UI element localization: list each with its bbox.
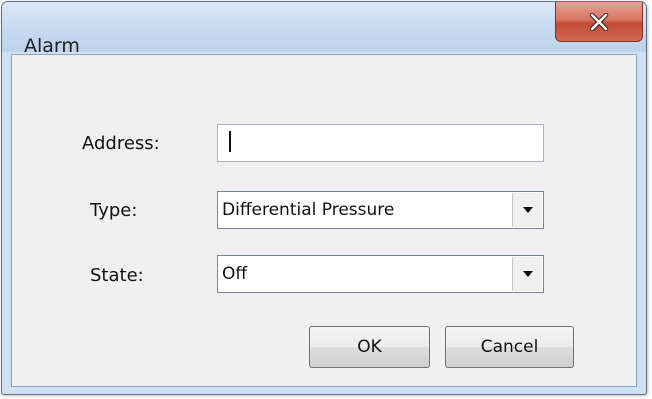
state-selected-value: Off: [222, 264, 248, 284]
text-caret: [229, 131, 231, 152]
dialog-body: Address: Type: Differential Pressure Sta…: [11, 54, 637, 387]
chevron-down-icon: [522, 207, 533, 213]
alarm-dialog: Alarm Address: Type: Differential Pressu…: [1, 1, 647, 395]
type-dropdown[interactable]: Differential Pressure: [217, 191, 544, 229]
close-button[interactable]: [555, 2, 643, 42]
state-label: State:: [90, 265, 144, 286]
address-label: Address:: [82, 133, 160, 154]
type-selected-value: Differential Pressure: [222, 200, 395, 220]
type-dropdown-button[interactable]: [512, 193, 542, 227]
title-bar[interactable]: Alarm: [2, 2, 646, 57]
chevron-down-icon: [522, 271, 533, 277]
type-label: Type:: [90, 200, 138, 221]
state-dropdown[interactable]: Off: [217, 255, 544, 293]
state-dropdown-button[interactable]: [512, 257, 542, 291]
address-input[interactable]: [217, 124, 544, 162]
cancel-button[interactable]: Cancel: [445, 326, 574, 368]
close-x-icon: [589, 12, 609, 31]
ok-button[interactable]: OK: [309, 326, 430, 368]
